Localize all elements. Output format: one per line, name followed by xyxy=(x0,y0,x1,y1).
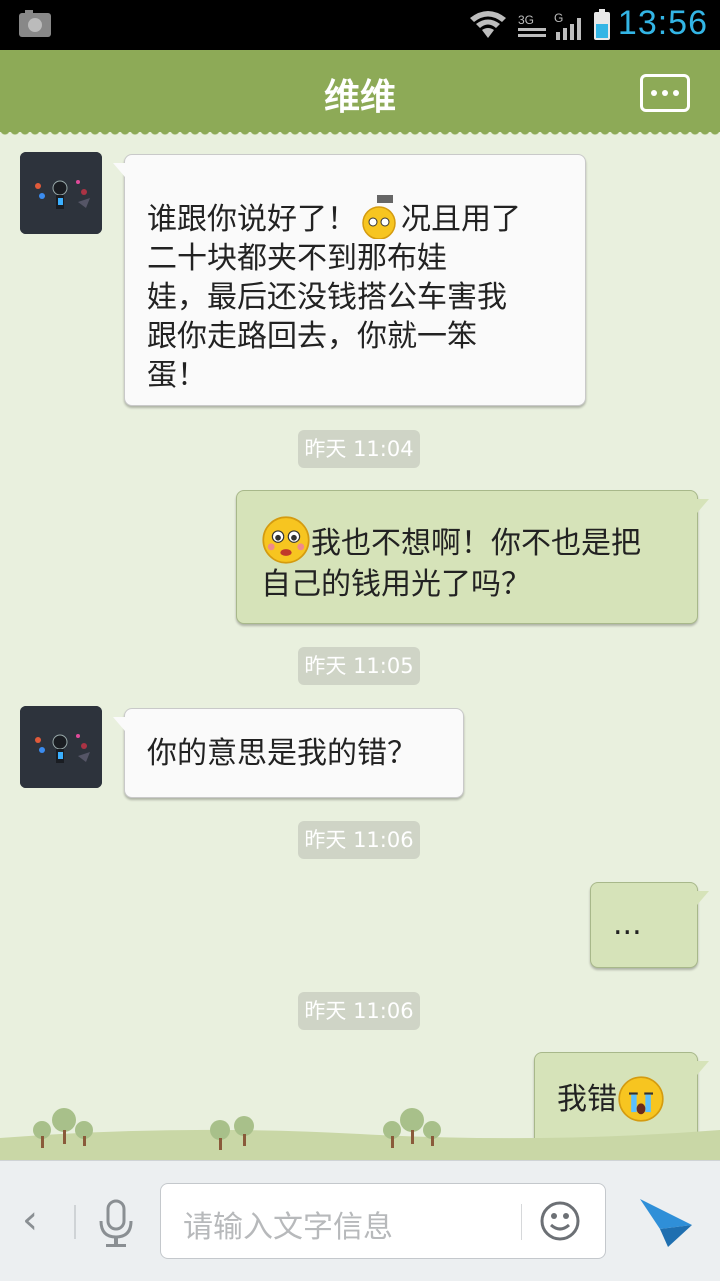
message-text: 二十块都夹不到那布娃 xyxy=(147,241,447,276)
decorative-scenery xyxy=(0,1108,720,1160)
message-bubble-incoming[interactable]: 你的意思是我的错？ xyxy=(113,708,464,798)
svg-text:G: G xyxy=(554,11,563,25)
message-text: 娃，最后还没钱搭公车害我 xyxy=(147,280,507,315)
chat-title: 维维 xyxy=(323,77,396,118)
message-input-placeholder: 请输入文字信息 xyxy=(183,1210,393,1245)
signal-icons: 3G G xyxy=(470,9,610,40)
sad-emoji-icon xyxy=(262,516,310,564)
sweat-emoji-icon xyxy=(362,195,396,239)
avatar[interactable] xyxy=(20,152,102,234)
emoji-icon[interactable] xyxy=(539,1200,581,1242)
message-text: 你的意思是我的错？ xyxy=(147,736,417,771)
send-icon[interactable] xyxy=(638,1195,694,1249)
input-bar: ‹ 请输入文字信息 xyxy=(0,1160,720,1281)
status-time: 13:56 xyxy=(617,4,708,42)
message-bubble-outgoing[interactable]: 我也不想啊！你不也是把 自己的钱用光了吗？ xyxy=(236,490,709,624)
title-bar: 维维 xyxy=(0,50,720,138)
timestamp: 昨天 11:04 xyxy=(298,430,420,468)
avatar-image xyxy=(20,152,102,234)
avatar-image xyxy=(20,706,102,788)
back-chevron-icon[interactable]: ‹ xyxy=(22,1197,38,1243)
more-options-icon xyxy=(651,90,657,96)
wifi-icon xyxy=(470,11,506,38)
network-3g-icon: 3G xyxy=(518,13,534,27)
input-divider xyxy=(521,1204,522,1240)
message-text: 谁跟你说好了！ xyxy=(147,202,357,237)
android-icon xyxy=(19,10,51,37)
message-text: 跟你走路回去，你就一笨 xyxy=(147,319,477,354)
status-bar: 3G G 13:56 xyxy=(0,0,720,50)
battery-icon xyxy=(594,9,610,40)
microphone-icon[interactable] xyxy=(96,1199,136,1249)
avatar[interactable] xyxy=(20,706,102,788)
timestamp: 昨天 11:06 xyxy=(298,821,420,859)
message-text: 蛋！ xyxy=(147,358,207,393)
message-input[interactable]: 请输入文字信息 xyxy=(160,1183,606,1259)
more-options-dot xyxy=(662,90,668,96)
signal-icon: G xyxy=(554,11,581,40)
message-bubble-incoming[interactable]: 谁跟你说好了！ 况且用了 二十块都夹不到那布娃 娃，最后还没钱搭公车害我 跟你走路… xyxy=(113,154,586,406)
message-text: 我也不想啊！你不也是把 xyxy=(311,526,641,561)
message-text: 自己的钱用光了吗？ xyxy=(261,567,531,602)
timestamp: 昨天 11:06 xyxy=(298,992,420,1030)
timestamp: 昨天 11:05 xyxy=(298,647,420,685)
more-options-button[interactable] xyxy=(640,74,690,112)
message-bubble-outgoing[interactable]: ... xyxy=(590,882,709,968)
chat-area[interactable]: 谁跟你说好了！ 况且用了 二十块都夹不到那布娃 娃，最后还没钱搭公车害我 跟你走路… xyxy=(0,132,720,1160)
more-options-dot xyxy=(673,90,679,96)
message-text: 况且用了 xyxy=(401,202,521,237)
divider xyxy=(74,1205,76,1239)
message-text: ... xyxy=(613,907,642,942)
